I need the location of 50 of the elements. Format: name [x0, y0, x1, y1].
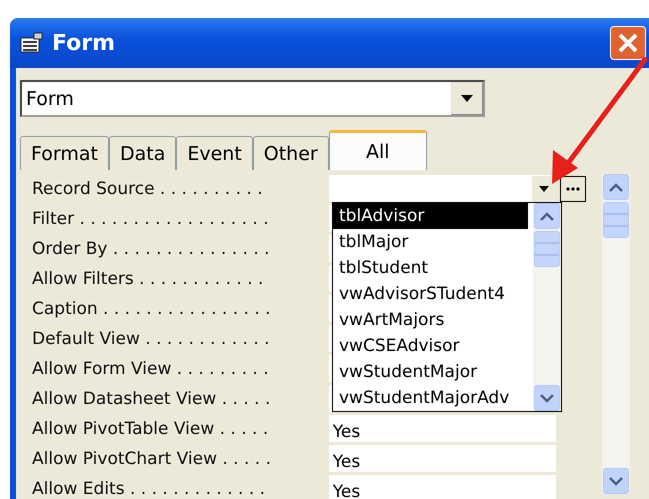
- close-button[interactable]: [610, 26, 646, 60]
- form-icon: [20, 32, 44, 54]
- caret-icon: [539, 186, 550, 192]
- property-label: Allow PivotChart View . . . . .: [31, 449, 272, 469]
- property-label: Allow Datasheet View . . . . .: [31, 389, 272, 409]
- property-label: Record Source . . . . . . . . . .: [31, 179, 264, 199]
- dropdown-item[interactable]: vwStudentMajorAdv: [333, 385, 528, 411]
- dropdown-item[interactable]: tblStudent: [333, 255, 528, 281]
- property-label: Default View . . . . . . . . . . . .: [31, 329, 271, 349]
- window-title: Form: [52, 30, 116, 56]
- dropdown-item[interactable]: vwAdvisorSTudent4: [333, 281, 528, 307]
- scrollbar[interactable]: [602, 174, 630, 494]
- dropdown-item[interactable]: vwStudentMajor: [333, 359, 528, 385]
- property-label: Order By . . . . . . . . . . . . . . .: [31, 239, 271, 259]
- ellipsis-icon: [566, 187, 580, 191]
- property-value-field[interactable]: Yes: [328, 445, 556, 473]
- object-selector[interactable]: Form: [20, 80, 485, 117]
- tab[interactable]: All: [328, 130, 427, 170]
- property-value-field[interactable]: [328, 175, 556, 203]
- property-label: Filter . . . . . . . . . . . . . . . . . .: [31, 209, 270, 229]
- scrollbar[interactable]: [533, 203, 561, 411]
- scroll-down-button[interactable]: [534, 385, 560, 411]
- scroll-thumb[interactable]: [534, 231, 560, 267]
- property-value-field[interactable]: Yes: [328, 475, 556, 499]
- chevron-down-icon: [609, 476, 623, 486]
- property-label: Allow Edits . . . . . . . . . . . . .: [31, 479, 266, 499]
- tab[interactable]: Format: [20, 136, 109, 170]
- dropdown-item[interactable]: tblAdvisor: [333, 203, 528, 229]
- tab[interactable]: Event: [176, 136, 253, 170]
- scroll-up-button[interactable]: [603, 174, 629, 200]
- tab[interactable]: Data: [108, 136, 176, 170]
- chevron-down-icon: [540, 394, 554, 402]
- scroll-thumb[interactable]: [603, 202, 629, 238]
- property-label: Allow Form View . . . . . . . . .: [31, 359, 270, 379]
- property-label: Caption . . . . . . . . . . . . . . . .: [31, 299, 272, 319]
- builder-button[interactable]: [560, 176, 586, 202]
- dropdown-item[interactable]: vwCSEAdvisor: [333, 333, 528, 359]
- close-icon: [616, 31, 640, 55]
- scroll-down-button[interactable]: [603, 468, 629, 494]
- scroll-up-button[interactable]: [534, 203, 560, 229]
- dropdown-item[interactable]: tblMajor: [333, 229, 528, 255]
- property-label: Allow Filters . . . . . . . . . . . .: [31, 269, 264, 289]
- dropdown-button[interactable]: [532, 176, 556, 202]
- tab[interactable]: Other: [252, 136, 329, 170]
- chevron-up-icon: [540, 212, 554, 220]
- property-label: Allow PivotTable View . . . . .: [31, 419, 270, 439]
- caret-icon: [461, 95, 473, 102]
- property-value-field[interactable]: Yes: [328, 415, 556, 443]
- chevron-up-icon: [609, 182, 623, 192]
- dropdown-item[interactable]: vwArtMajors: [333, 307, 528, 333]
